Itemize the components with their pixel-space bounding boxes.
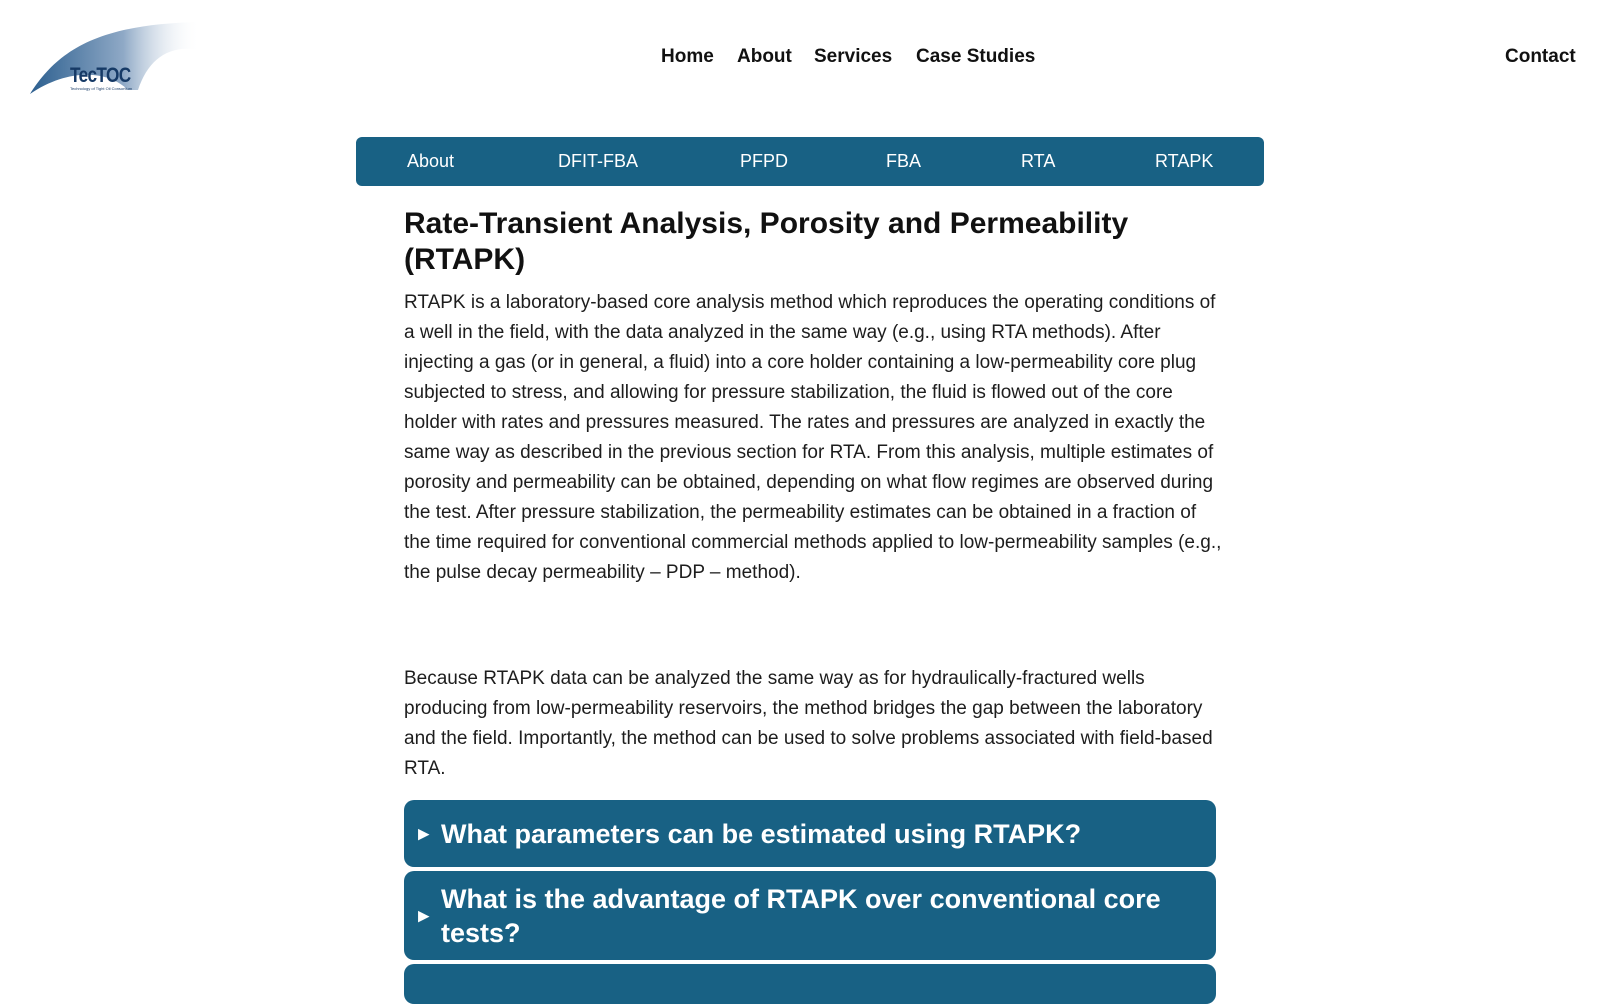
nav-contact-link[interactable]: Contact [1505, 44, 1576, 70]
main-nav: Home About Services Case Studies Contact [0, 44, 1618, 70]
services-subnav: About DFIT-FBA PFPD FBA RTA RTAPK [356, 137, 1264, 186]
page-title: Rate-Transient Analysis, Porosity and Pe… [404, 207, 1129, 276]
nav-case-studies-link[interactable]: Case Studies [916, 44, 1035, 70]
brand-tagline: Technology of Tight Oil Consortium [70, 86, 133, 91]
subnav-fba-link[interactable]: FBA [886, 137, 921, 186]
nav-home-link[interactable]: Home [661, 44, 714, 70]
nav-services-link[interactable]: Services [814, 44, 892, 70]
expand-triangle-icon: ▶ [418, 825, 430, 842]
intro-paragraph: RTAPK is a laboratory-based core analysi… [404, 292, 1222, 583]
subnav-rtapk-link[interactable]: RTAPK [1155, 137, 1213, 186]
subnav-dfit-fba-link[interactable]: DFIT-FBA [558, 137, 638, 186]
nav-about-link[interactable]: About [737, 44, 792, 70]
method-paragraph: Because RTAPK data can be analyzed the s… [404, 668, 1213, 779]
subnav-about-link[interactable]: About [407, 137, 454, 186]
faq-item-advantage[interactable]: ▶ What is the advantage of RTAPK over co… [404, 871, 1216, 960]
faq-item-parameters[interactable]: ▶ What parameters can be estimated using… [404, 800, 1216, 867]
expand-triangle-icon: ▶ [418, 907, 430, 924]
faq-question: What is the advantage of RTAPK over conv… [441, 883, 1161, 948]
subnav-pfpd-link[interactable]: PFPD [740, 137, 788, 186]
faq-item-partial[interactable] [404, 964, 1216, 1004]
faq-question: What parameters can be estimated using R… [441, 818, 1082, 849]
subnav-rta-link[interactable]: RTA [1021, 137, 1055, 186]
